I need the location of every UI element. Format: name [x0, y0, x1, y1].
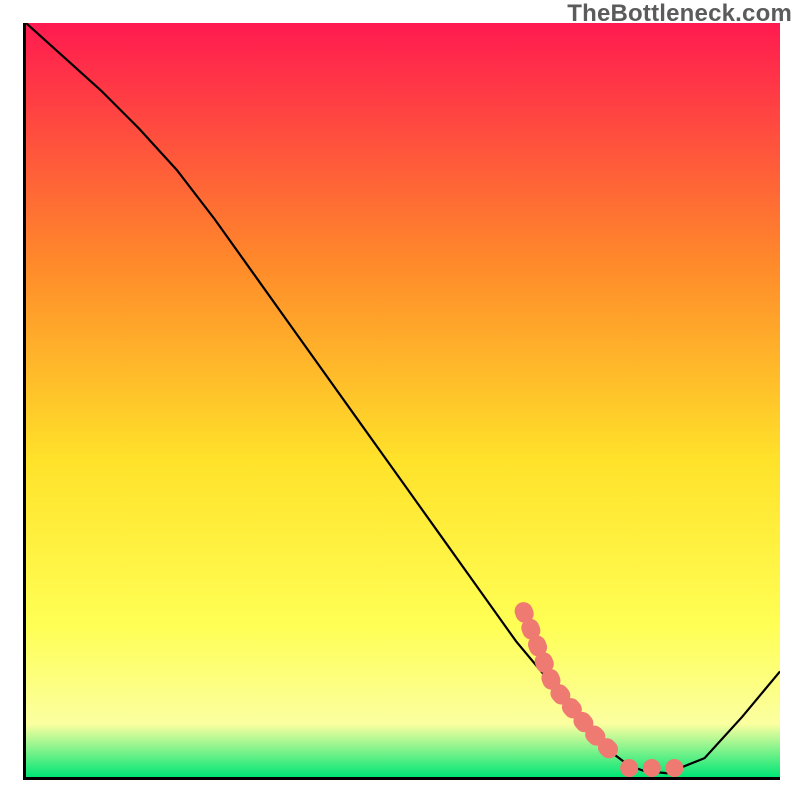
bottleneck-chart: [26, 23, 780, 777]
chart-frame: TheBottleneck.com: [0, 0, 800, 800]
marker-dot: [620, 759, 638, 777]
heat-gradient-bg: [26, 23, 780, 777]
plot-area: [23, 23, 780, 780]
marker-dot: [665, 759, 683, 777]
marker-dot: [643, 759, 661, 777]
